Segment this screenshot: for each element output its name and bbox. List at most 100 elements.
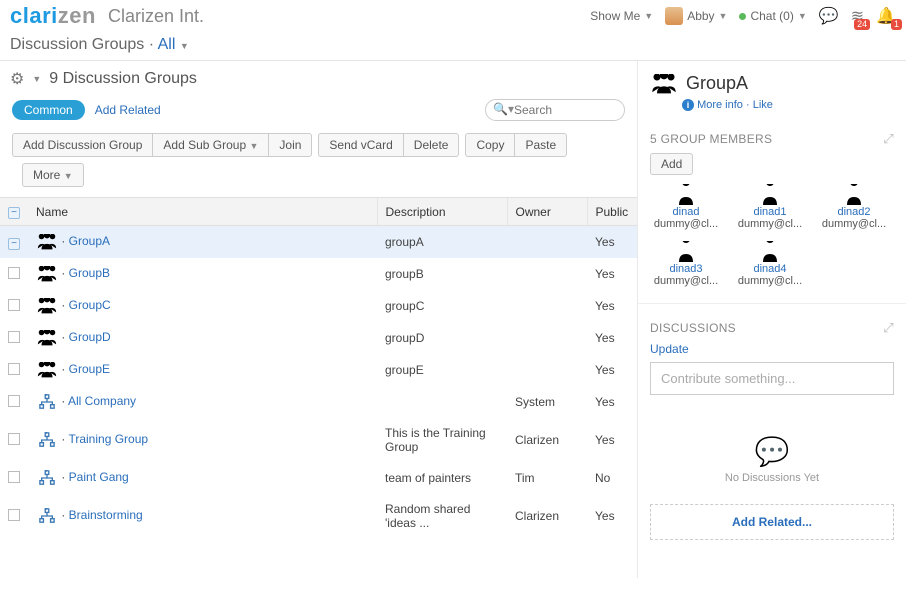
row-public: Yes [587,226,637,259]
add-sub-group-button[interactable]: Add Sub Group ▼ [152,133,268,157]
member-card[interactable]: dinad3dummy@cl... [644,240,728,287]
logo[interactable]: clarizen [10,3,96,29]
tree-collapse-icon[interactable]: − [8,238,20,250]
row-description: team of painters [377,462,507,494]
row-checkbox[interactable] [8,509,20,521]
member-email: dummy@cl... [728,275,812,287]
row-owner [507,354,587,386]
bell-icon[interactable]: 🔔1 [876,6,896,26]
group-icon [36,330,58,346]
copy-button[interactable]: Copy [465,133,514,157]
person-icon [728,183,812,206]
members-header: 5 GROUP MEMBERS [650,132,772,146]
group-icon [36,234,58,250]
show-me-menu[interactable]: Show Me ▼ [590,9,653,23]
send-vcard-button[interactable]: Send vCard [318,133,402,157]
add-member-button[interactable]: Add [650,153,693,175]
expand-icon[interactable]: ⤢ [883,131,894,147]
row-checkbox[interactable] [8,471,20,483]
row-public: Yes [587,290,637,322]
row-description: groupB [377,258,507,290]
row-name-link[interactable]: GroupE [69,362,110,376]
add-discussion-group-button[interactable]: Add Discussion Group [12,133,152,157]
table-row[interactable]: · GroupEgroupEYes [0,354,637,386]
member-card[interactable]: dinaddummy@cl... [644,183,728,230]
table-row[interactable]: · GroupDgroupDYes [0,322,637,354]
row-checkbox[interactable] [8,331,20,343]
row-owner: Clarizen [507,418,587,462]
join-button[interactable]: Join [268,133,312,157]
row-name-link[interactable]: GroupB [69,266,110,280]
row-name-link[interactable]: GroupA [69,234,110,248]
discussions-header: DISCUSSIONS [650,321,736,335]
add-related-button[interactable]: Add Related... [650,504,894,540]
chat-menu[interactable]: Chat (0) ▼ [739,9,806,23]
row-name-link[interactable]: Brainstorming [69,508,143,522]
col-public[interactable]: Public [587,198,637,226]
row-description [377,386,507,418]
table-row[interactable]: − · GroupAgroupAYes [0,226,637,259]
flag-icon[interactable]: ≋24 [851,6,864,26]
badge-count: 24 [854,19,870,30]
row-name-link[interactable]: GroupC [69,298,111,312]
collapse-all-icon[interactable]: − [8,207,20,219]
more-info-link[interactable]: More info [697,99,743,111]
no-discussions-text: No Discussions Yet [638,472,906,484]
org-name: Clarizen Int. [108,6,204,27]
delete-button[interactable]: Delete [403,133,460,157]
tab-common[interactable]: Common [12,100,85,120]
member-name[interactable]: dinad [644,206,728,218]
person-icon [644,183,728,206]
user-menu[interactable]: Abby ▼ [665,7,727,25]
row-checkbox[interactable] [8,363,20,375]
table-row[interactable]: · Training GroupThis is the Training Gro… [0,418,637,462]
row-name-link[interactable]: All Company [68,394,136,408]
speech-icon[interactable]: 💬 [819,6,839,26]
row-name-link[interactable]: GroupD [69,330,111,344]
panel-title: GroupA [686,73,748,94]
member-card[interactable]: dinad4dummy@cl... [728,240,812,287]
group-icon [36,508,58,524]
member-name[interactable]: dinad1 [728,206,812,218]
member-name[interactable]: dinad4 [728,263,812,275]
row-checkbox[interactable] [8,267,20,279]
row-checkbox[interactable] [8,433,20,445]
paste-button[interactable]: Paste [514,133,567,157]
member-name[interactable]: dinad2 [812,206,896,218]
member-email: dummy@cl... [644,218,728,230]
row-public: Yes [587,354,637,386]
row-name-link[interactable]: Training Group [68,432,148,446]
row-name-link[interactable]: Paint Gang [69,470,129,484]
member-card[interactable]: dinad2dummy@cl... [812,183,896,230]
member-name[interactable]: dinad3 [644,263,728,275]
speech-bubble-icon: 💬 [638,435,906,468]
page-title: 9 Discussion Groups [49,70,197,88]
row-public: Yes [587,258,637,290]
row-owner [507,322,587,354]
table-row[interactable]: · Paint Gangteam of paintersTimNo [0,462,637,494]
presence-dot [739,13,746,20]
row-checkbox[interactable] [8,395,20,407]
expand-icon[interactable]: ⤢ [883,320,894,336]
row-description: groupD [377,322,507,354]
row-owner [507,290,587,322]
member-card[interactable]: dinad1dummy@cl... [728,183,812,230]
col-name[interactable]: Name [28,198,377,226]
row-checkbox[interactable] [8,299,20,311]
add-related-link[interactable]: Add Related [95,103,161,117]
table-row[interactable]: · All CompanySystemYes [0,386,637,418]
row-owner [507,226,587,259]
update-link[interactable]: Update [638,342,906,356]
col-description[interactable]: Description [377,198,507,226]
contribute-input[interactable]: Contribute something... [650,362,894,395]
table-row[interactable]: · GroupCgroupCYes [0,290,637,322]
col-owner[interactable]: Owner [507,198,587,226]
filter-all[interactable]: All ▼ [158,36,189,53]
like-link[interactable]: Like [753,99,773,111]
group-icon [36,394,58,410]
more-button[interactable]: More ▼ [22,163,84,187]
table-row[interactable]: · GroupBgroupBYes [0,258,637,290]
info-icon: i [682,99,694,111]
table-row[interactable]: · BrainstormingRandom shared 'ideas ...C… [0,494,637,538]
gear-icon[interactable]: ⚙ [10,69,24,89]
